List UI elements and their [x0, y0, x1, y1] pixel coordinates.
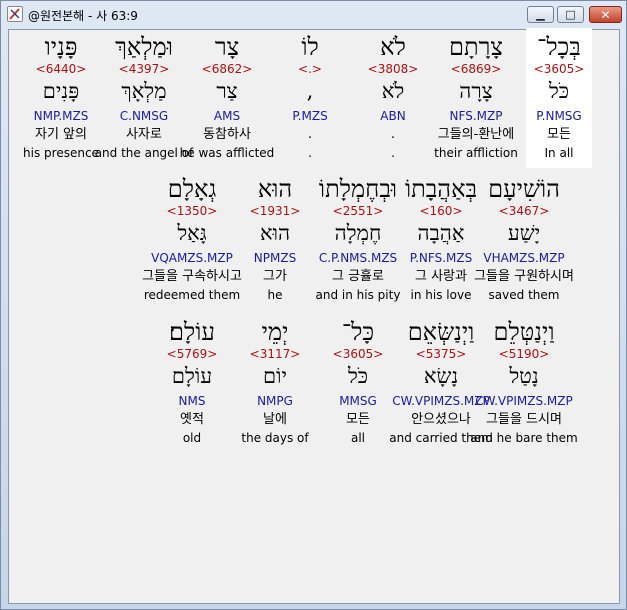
close-button[interactable]: ✕	[589, 6, 622, 23]
strong-number: <1350>	[166, 204, 218, 218]
lemma-word: פָּנִים	[42, 79, 80, 103]
english-gloss: old	[182, 431, 202, 445]
morphology-code: P.NMSG	[536, 109, 582, 123]
strong-number: <3605>	[533, 62, 585, 76]
word-cell[interactable]: פָּנָיו <6440> פָּנִים NMP.MZS 자기 앞의 his pres…	[6, 28, 116, 166]
morphology-code: NMP.MZS	[33, 109, 89, 123]
hebrew-word: עוֹלָם׃	[169, 318, 215, 346]
korean-gloss: 자기 앞의	[35, 127, 87, 142]
strong-number: <6440>	[35, 62, 87, 76]
title-bar[interactable]: @원전본해 - 사 63:9 ▁ □ ✕	[1, 1, 626, 29]
word-cell[interactable]: גְאָלָם <1350> גָּאַל VQAMZS.MZP 그들을 구속하시고 re…	[137, 170, 247, 308]
english-gloss: redeemed them	[143, 288, 241, 302]
hebrew-word: פָּנָיו	[44, 33, 78, 61]
morphology-code: NMS	[178, 394, 206, 408]
hebrew-word: בְּכָל־	[537, 33, 581, 61]
lemma-word: גָּאַל	[177, 221, 207, 245]
strong-number: <5769>	[166, 347, 218, 361]
interlinear-panel: בְּכָל־ <3605> כֹּל P.NMSG 모든 In all צָרָתָם <6…	[6, 28, 620, 604]
window-title: @원전본해 - 사 63:9	[28, 9, 138, 23]
morphology-code: VQAMZS.MZP	[151, 251, 233, 265]
korean-gloss: 옛적	[180, 412, 204, 427]
app-logo-icon[interactable]	[7, 6, 23, 22]
korean-gloss: 모든	[547, 127, 571, 142]
lemma-word: כֹּל	[548, 79, 570, 103]
korean-gloss: 그들을 구속하시고	[142, 269, 242, 284]
lemma-word: עוֹלָם	[171, 364, 213, 388]
word-cell[interactable]: בְּכָל־ <3605> כֹּל P.NMSG 모든 In all	[526, 28, 592, 168]
word-cell[interactable]: עוֹלָם׃ <5769> עוֹלָם NMS 옛적 old	[137, 313, 247, 451]
app-window: @원전본해 - 사 63:9 ▁ □ ✕ בְּכָל־ <3605> כֹּל P.…	[0, 0, 627, 610]
english-gloss: In all	[544, 146, 574, 160]
maximize-button[interactable]: □	[557, 6, 584, 23]
english-gloss: his presence	[23, 146, 99, 160]
hebrew-word: גְאָלָם	[167, 175, 217, 203]
minimize-button[interactable]: ▁	[527, 6, 554, 23]
